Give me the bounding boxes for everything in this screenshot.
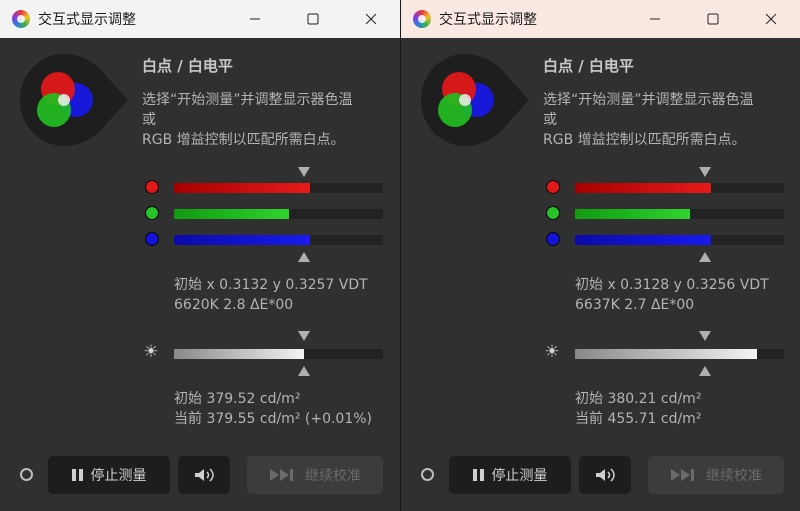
brightness-icon: ☀ — [143, 342, 159, 362]
section-heading: 白点 / 白电平 — [142, 57, 233, 75]
section-heading: 白点 / 白电平 — [543, 57, 634, 75]
speaker-icon — [596, 468, 615, 482]
status-ring-icon — [20, 468, 33, 481]
continue-calibration-button[interactable]: 继续校准 — [247, 456, 383, 494]
red-indicator — [145, 180, 159, 194]
title-bar[interactable]: 交互式显示调整 — [401, 0, 800, 38]
skip-forward-icon — [671, 469, 694, 481]
app-icon — [413, 10, 431, 28]
close-icon[interactable] — [742, 0, 800, 38]
minimize-icon[interactable] — [226, 0, 284, 38]
stop-measurement-button[interactable]: 停止测量 — [449, 456, 571, 494]
speaker-icon — [195, 468, 214, 482]
sound-button[interactable] — [579, 456, 631, 494]
green-gain-bar — [174, 209, 383, 219]
close-icon[interactable] — [342, 0, 400, 38]
continue-calibration-button[interactable]: 继续校准 — [648, 456, 784, 494]
skip-forward-icon — [270, 469, 293, 481]
target-marker-top — [298, 167, 310, 177]
luminance-bar — [575, 349, 784, 359]
red-indicator — [546, 180, 560, 194]
title-bar[interactable]: 交互式显示调整 — [0, 0, 400, 38]
blue-indicator — [145, 232, 159, 246]
target-marker-bottom — [699, 252, 711, 262]
luminance-readout: 初始 380.21 cd/m² 当前 455.71 cd/m² — [575, 391, 702, 427]
target-marker-top — [699, 167, 711, 177]
whitepoint-readout: 初始 x 0.3128 y 0.3256 VDT 6637K 2.7 ΔE*00 — [575, 277, 769, 313]
target-marker-bottom — [298, 252, 310, 262]
blue-indicator — [546, 232, 560, 246]
red-gain-bar — [174, 183, 383, 193]
instructions: 选择“开始测量”并调整显示器色温 或 RGB 增益控制以匹配所需白点。 — [142, 92, 353, 148]
instructions: 选择“开始测量”并调整显示器色温 或 RGB 增益控制以匹配所需白点。 — [543, 92, 754, 148]
luminance-target-bottom — [699, 366, 711, 376]
maximize-icon[interactable] — [284, 0, 342, 38]
red-gain-bar — [575, 183, 784, 193]
calibration-window-right: 交互式显示调整 白点 / 白电平 选择“开始测量”并调整显示器色温 或 RGB … — [400, 0, 800, 511]
luminance-target-top — [298, 331, 310, 341]
pause-icon — [472, 469, 484, 481]
green-gain-bar — [575, 209, 784, 219]
blue-gain-bar — [575, 235, 784, 245]
rgb-logo — [421, 54, 529, 146]
brightness-icon: ☀ — [544, 342, 560, 362]
window-title: 交互式显示调整 — [38, 12, 136, 28]
maximize-icon[interactable] — [684, 0, 742, 38]
status-ring-icon — [421, 468, 434, 481]
luminance-target-top — [699, 331, 711, 341]
luminance-readout: 初始 379.52 cd/m² 当前 379.55 cd/m² (+0.01%) — [174, 391, 373, 427]
blue-gain-bar — [174, 235, 383, 245]
sound-button[interactable] — [178, 456, 230, 494]
pause-icon — [71, 469, 83, 481]
minimize-icon[interactable] — [626, 0, 684, 38]
whitepoint-readout: 初始 x 0.3132 y 0.3257 VDT 6620K 2.8 ΔE*00 — [174, 277, 368, 313]
window-title: 交互式显示调整 — [439, 12, 537, 28]
rgb-logo — [20, 54, 128, 146]
green-indicator — [546, 206, 560, 220]
green-indicator — [145, 206, 159, 220]
stop-measurement-button[interactable]: 停止测量 — [48, 456, 170, 494]
calibration-window-left: 交互式显示调整 白点 / 白电平 选择“开始测量”并调整显示器色温 或 RGB … — [0, 0, 400, 511]
app-icon — [12, 10, 30, 28]
luminance-target-bottom — [298, 366, 310, 376]
luminance-bar — [174, 349, 383, 359]
